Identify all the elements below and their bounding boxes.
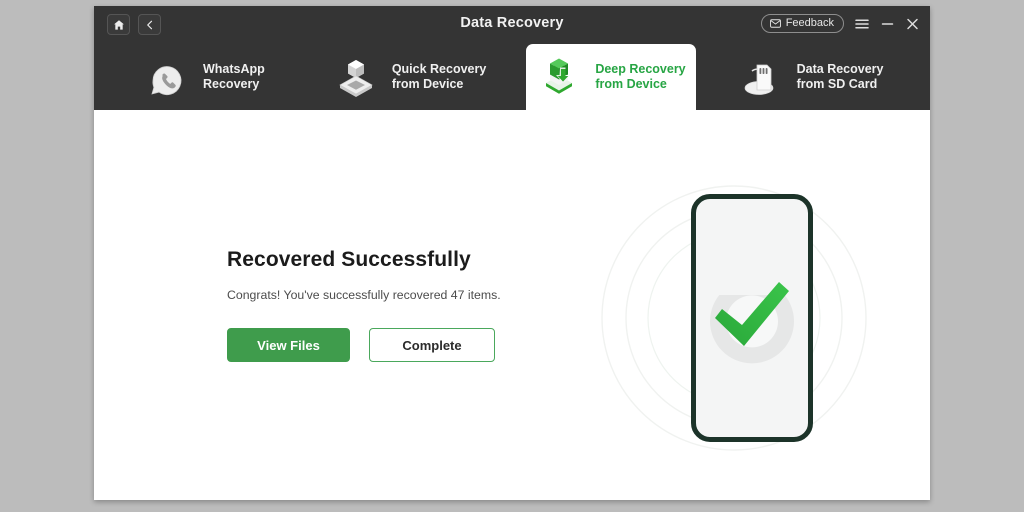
action-buttons: View Files Complete [227,328,557,362]
success-illustration [594,170,874,470]
close-button[interactable] [905,16,919,32]
complete-button[interactable]: Complete [369,328,495,362]
whatsapp-phone-bubble-icon [144,54,190,100]
result-subline: Congrats! You've successfully recovered … [227,288,501,302]
feedback-label: Feedback [785,17,834,29]
green-cube-download-icon [536,54,582,100]
view-files-button[interactable]: View Files [227,328,350,362]
tab-label: Deep Recovery from Device [595,61,686,92]
tab-label: Data Recovery from SD Card [796,61,884,92]
feedback-button[interactable]: Feedback [760,14,844,33]
sd-card-icon [738,54,784,100]
checkmark-icon [709,277,795,353]
phone-frame [691,194,813,442]
result-panel: Recovered Successfully Congrats! You've … [227,248,557,362]
tab-whatsapp-recovery[interactable]: WhatsApp Recovery [134,44,275,110]
menu-button[interactable] [855,16,869,32]
minimize-button[interactable] [880,16,894,32]
envelope-icon [769,18,781,28]
tab-label: Quick Recovery from Device [391,61,487,92]
titlebar-controls: Feedback [760,14,919,33]
close-icon [906,18,919,30]
app-window: Data Recovery Feedback WhatsApp Recovery… [94,6,930,500]
tab-label: WhatsApp Recovery [203,61,265,92]
main-content: Recovered Successfully Congrats! You've … [94,110,930,500]
minimize-icon [881,18,894,30]
cube-on-plate-icon [333,54,379,100]
title-bar: Data Recovery Feedback [94,6,930,44]
tab-deep-recovery-from-device[interactable]: Deep Recovery from Device [526,44,696,110]
tab-bar: WhatsApp Recovery Quick Recovery from De… [94,44,930,110]
result-headline: Recovered Successfully [227,248,471,271]
tab-quick-recovery-from-device[interactable]: Quick Recovery from Device [323,44,497,110]
screen: Data Recovery Feedback WhatsApp Recovery… [0,0,1024,512]
hamburger-menu-icon [855,18,869,30]
tab-data-recovery-from-sd-card[interactable]: Data Recovery from SD Card [728,44,894,110]
